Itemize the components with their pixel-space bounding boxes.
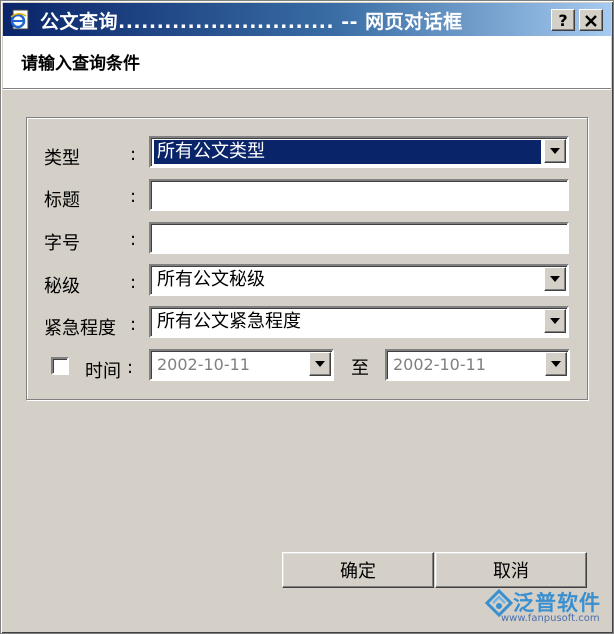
date-to-select[interactable]: 2002-10-11 bbox=[385, 349, 570, 381]
window-title: 公文查询............................ -- 网页对话… bbox=[40, 11, 463, 33]
type-select[interactable]: 所有公文类型 bbox=[149, 136, 569, 168]
doc-number-input[interactable] bbox=[149, 222, 569, 254]
time-colon: : bbox=[127, 357, 134, 378]
cancel-button[interactable]: 取消 bbox=[435, 552, 587, 588]
close-icon bbox=[585, 15, 597, 27]
date-from-value: 2002-10-11 bbox=[157, 355, 250, 374]
date-to-dropdown-button[interactable] bbox=[545, 352, 567, 376]
urgency-select-value: 所有公文紧急程度 bbox=[157, 311, 301, 332]
urgency-label: 紧急程度 bbox=[44, 318, 116, 339]
ie-page-icon bbox=[10, 9, 29, 30]
watermark-url: www.fanpusoft.com bbox=[501, 613, 600, 624]
doc-number-colon: : bbox=[130, 229, 137, 250]
header-title: 请输入查询条件 bbox=[21, 54, 140, 74]
subject-input[interactable] bbox=[149, 179, 569, 211]
subject-label: 标题 bbox=[44, 190, 80, 211]
secrecy-dropdown-button[interactable] bbox=[544, 267, 566, 291]
help-button[interactable]: ? bbox=[551, 9, 575, 31]
urgency-dropdown-button[interactable] bbox=[544, 309, 566, 333]
close-button[interactable] bbox=[579, 9, 603, 31]
time-label: 时间 bbox=[85, 361, 121, 382]
secrecy-colon: : bbox=[130, 272, 137, 293]
type-select-value: 所有公文类型 bbox=[154, 140, 541, 164]
dialog-window: 公文查询............................ -- 网页对话… bbox=[0, 0, 614, 634]
doc-number-label: 字号 bbox=[44, 233, 80, 254]
brand-watermark: 泛普软件 www.fanpusoft.com bbox=[485, 587, 607, 627]
subject-colon: : bbox=[130, 186, 137, 207]
type-dropdown-button[interactable] bbox=[544, 139, 566, 163]
date-from-select[interactable]: 2002-10-11 bbox=[149, 349, 334, 381]
secrecy-label: 秘级 bbox=[44, 276, 80, 297]
type-colon: : bbox=[130, 144, 137, 165]
urgency-colon: : bbox=[130, 314, 137, 335]
secrecy-select[interactable]: 所有公文秘级 bbox=[149, 264, 569, 296]
header-panel: 请输入查询条件 bbox=[3, 36, 611, 89]
time-checkbox[interactable] bbox=[51, 357, 69, 375]
title-bar[interactable]: 公文查询............................ -- 网页对话… bbox=[3, 3, 611, 36]
secrecy-select-value: 所有公文秘级 bbox=[157, 269, 265, 290]
date-from-dropdown-button[interactable] bbox=[309, 352, 331, 376]
date-to-label: 至 bbox=[351, 358, 369, 379]
urgency-select[interactable]: 所有公文紧急程度 bbox=[149, 306, 569, 338]
date-to-value: 2002-10-11 bbox=[393, 355, 486, 374]
ok-button[interactable]: 确定 bbox=[282, 552, 434, 588]
type-label: 类型 bbox=[44, 148, 80, 169]
